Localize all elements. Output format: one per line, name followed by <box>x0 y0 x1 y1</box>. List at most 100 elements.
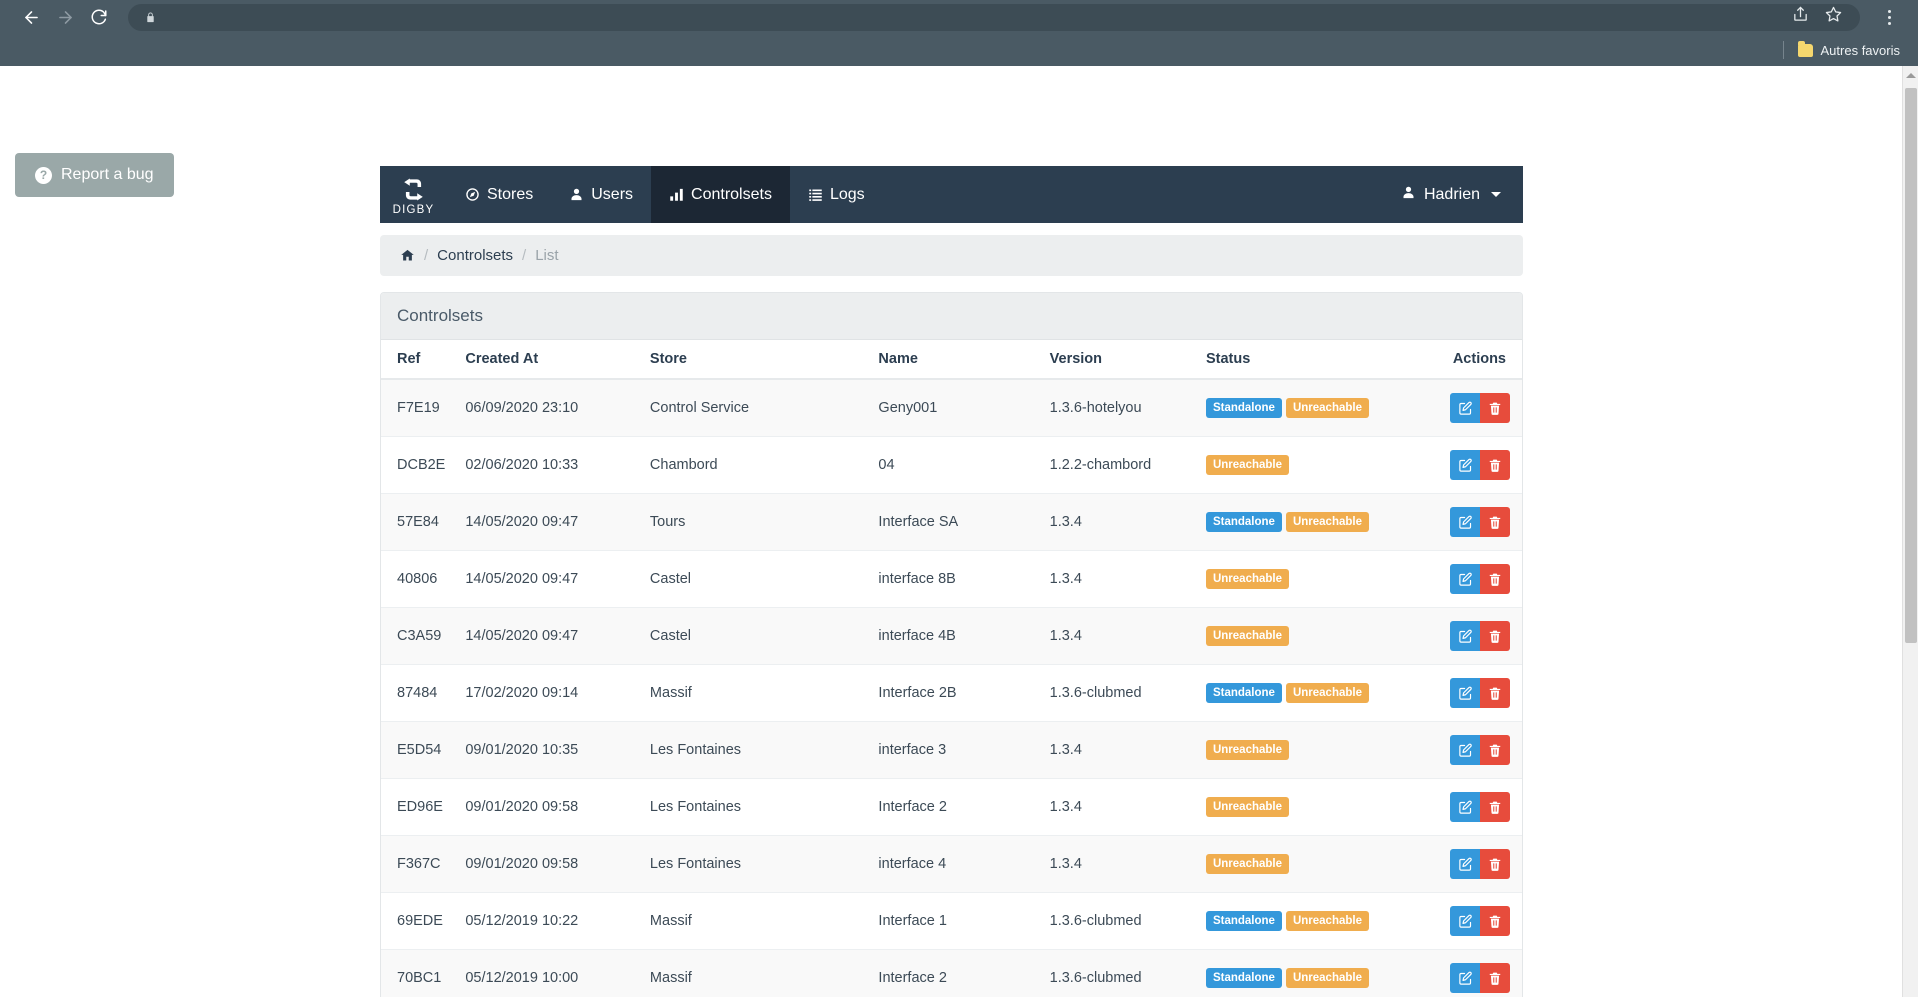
brand-label: DIGBY <box>393 204 435 216</box>
cell-store: Castel <box>640 551 869 608</box>
nav-item-controlsets[interactable]: Controlsets <box>651 166 790 223</box>
star-icon[interactable] <box>1825 6 1842 28</box>
column-header-status[interactable]: Status <box>1196 340 1440 379</box>
column-header-ref[interactable]: Ref <box>381 340 455 379</box>
report-bug-button[interactable]: ? Report a bug <box>15 153 174 197</box>
cell-ref: 69EDE <box>381 893 455 950</box>
table-body: F7E1906/09/2020 23:10Control ServiceGeny… <box>381 379 1522 997</box>
avatar-user-icon <box>1401 185 1416 205</box>
table-header-row: Ref Created At Store Name Version Status… <box>381 340 1522 379</box>
delete-button[interactable] <box>1480 621 1510 651</box>
edit-button[interactable] <box>1450 450 1480 480</box>
column-header-version[interactable]: Version <box>1040 340 1196 379</box>
table-row: 57E8414/05/2020 09:47ToursInterface SA1.… <box>381 494 1522 551</box>
delete-button[interactable] <box>1480 564 1510 594</box>
delete-button[interactable] <box>1480 393 1510 423</box>
home-icon[interactable] <box>400 248 415 263</box>
edit-button[interactable] <box>1450 393 1480 423</box>
column-header-name[interactable]: Name <box>868 340 1039 379</box>
edit-pencil-icon <box>1458 914 1473 929</box>
delete-button[interactable] <box>1480 678 1510 708</box>
question-circle-icon: ? <box>35 167 52 184</box>
edit-pencil-icon <box>1458 971 1473 986</box>
status-badge-unreachable: Unreachable <box>1286 683 1369 704</box>
delete-button[interactable] <box>1480 849 1510 879</box>
edit-button[interactable] <box>1450 792 1480 822</box>
trash-icon <box>1488 629 1502 644</box>
delete-button[interactable] <box>1480 507 1510 537</box>
bookmarks-bar: Autres favoris <box>0 34 1918 66</box>
column-header-store[interactable]: Store <box>640 340 869 379</box>
bookmark-other-favorites[interactable]: Autres favoris <box>1798 43 1900 58</box>
row-action-group <box>1450 792 1510 822</box>
back-button[interactable] <box>14 0 48 34</box>
cell-status: Unreachable <box>1196 722 1440 779</box>
trash-icon <box>1488 914 1502 929</box>
kebab-menu-icon[interactable] <box>1874 0 1904 34</box>
cell-actions <box>1440 437 1522 494</box>
row-action-group <box>1450 678 1510 708</box>
share-icon[interactable] <box>1792 6 1809 28</box>
trash-icon <box>1488 401 1502 416</box>
trash-icon <box>1488 743 1502 758</box>
trash-icon <box>1488 686 1502 701</box>
delete-button[interactable] <box>1480 792 1510 822</box>
edit-button[interactable] <box>1450 906 1480 936</box>
cell-status: StandaloneUnreachable <box>1196 950 1440 997</box>
browser-chrome: Autres favoris <box>0 0 1918 66</box>
delete-button[interactable] <box>1480 963 1510 993</box>
delete-button[interactable] <box>1480 450 1510 480</box>
status-badge-unreachable: Unreachable <box>1286 398 1369 419</box>
user-icon <box>569 187 584 202</box>
breadcrumb-item-controlsets[interactable]: Controlsets <box>437 247 513 264</box>
bar-chart-icon <box>669 187 684 202</box>
user-menu[interactable]: Hadrien <box>1401 185 1501 205</box>
reload-button[interactable] <box>82 0 116 34</box>
cell-status: StandaloneUnreachable <box>1196 893 1440 950</box>
column-header-created[interactable]: Created At <box>455 340 640 379</box>
cell-status: Unreachable <box>1196 779 1440 836</box>
edit-pencil-icon <box>1458 458 1473 473</box>
edit-button[interactable] <box>1450 735 1480 765</box>
cell-created-at: 14/05/2020 09:47 <box>455 494 640 551</box>
edit-button[interactable] <box>1450 621 1480 651</box>
page-content: ? Report a bug DIGBY <box>0 66 1918 997</box>
nav-item-users[interactable]: Users <box>551 166 651 223</box>
cell-store: Tours <box>640 494 869 551</box>
cell-name: Interface 2B <box>868 665 1039 722</box>
cell-status: StandaloneUnreachable <box>1196 665 1440 722</box>
controlsets-card: Controlsets Ref Created At Store Name Ve… <box>380 292 1523 997</box>
cell-version: 1.3.6-clubmed <box>1040 950 1196 997</box>
scroll-up-arrow-icon[interactable] <box>1903 66 1918 84</box>
nav-item-logs[interactable]: Logs <box>790 166 883 223</box>
trash-icon <box>1488 971 1502 986</box>
cell-created-at: 05/12/2019 10:22 <box>455 893 640 950</box>
table-row: 4080614/05/2020 09:47Castelinterface 8B1… <box>381 551 1522 608</box>
cell-store: Control Service <box>640 379 869 437</box>
brand-logo[interactable]: DIGBY <box>380 166 447 223</box>
edit-button[interactable] <box>1450 564 1480 594</box>
cell-version: 1.3.4 <box>1040 551 1196 608</box>
forward-button[interactable] <box>48 0 82 34</box>
cell-name: interface 3 <box>868 722 1039 779</box>
cell-version: 1.2.2-chambord <box>1040 437 1196 494</box>
cell-store: Massif <box>640 893 869 950</box>
page-scrollbar[interactable] <box>1902 66 1918 997</box>
delete-button[interactable] <box>1480 735 1510 765</box>
cell-version: 1.3.4 <box>1040 494 1196 551</box>
status-badge-standalone: Standalone <box>1206 968 1282 989</box>
edit-pencil-icon <box>1458 401 1473 416</box>
scrollbar-thumb[interactable] <box>1905 88 1917 643</box>
edit-button[interactable] <box>1450 849 1480 879</box>
edit-button[interactable] <box>1450 507 1480 537</box>
delete-button[interactable] <box>1480 906 1510 936</box>
breadcrumb-item-list: List <box>535 247 558 264</box>
edit-button[interactable] <box>1450 963 1480 993</box>
address-bar[interactable] <box>128 4 1860 31</box>
table-row: E5D5409/01/2020 10:35Les Fontainesinterf… <box>381 722 1522 779</box>
digby-logo-icon <box>400 176 427 203</box>
nav-item-stores[interactable]: Stores <box>447 166 551 223</box>
row-action-group <box>1450 735 1510 765</box>
cell-actions <box>1440 950 1522 997</box>
edit-button[interactable] <box>1450 678 1480 708</box>
